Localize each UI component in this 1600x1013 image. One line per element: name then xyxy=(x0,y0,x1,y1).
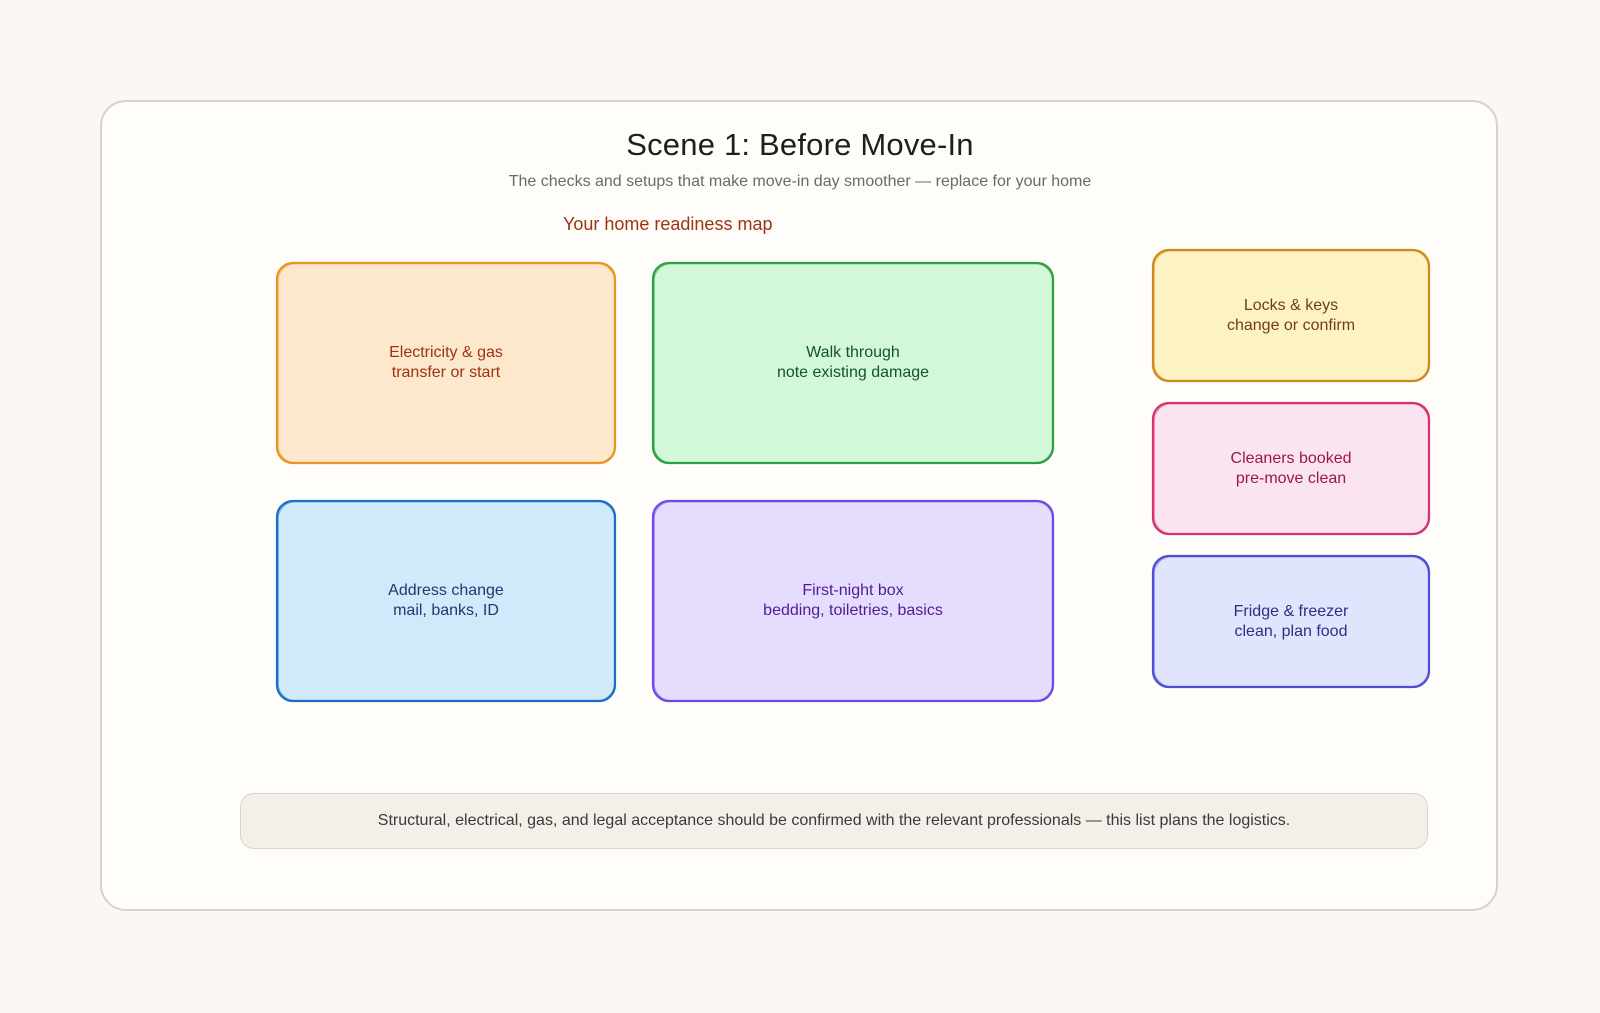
box-firstnight-label: First-night box bedding, toiletries, basi… xyxy=(653,501,1053,701)
canvas: Scene 1: Before Move-In The checks and s… xyxy=(0,0,1600,1013)
box-cleaners-label: Cleaners booked pre-move clean xyxy=(1153,403,1429,534)
box-cleaners-title: Cleaners booked xyxy=(1230,449,1352,467)
box-electricity-label: Electricity & gas transfer or start xyxy=(277,263,615,463)
box-fridge-detail: clean, plan food xyxy=(1234,622,1348,640)
box-address-title: Address change xyxy=(388,582,504,599)
box-walkthrough-label: Walk through note existing damage xyxy=(653,263,1053,463)
box-fridge-label: Fridge & freezer clean, plan food xyxy=(1153,556,1429,687)
footer-note: Structural, electrical, gas, and legal a… xyxy=(240,793,1428,849)
box-locks-label: Locks & keys change or confirm xyxy=(1153,250,1429,381)
box-firstnight-title: First-night box xyxy=(802,582,904,599)
box-address-detail: mail, banks, ID xyxy=(393,602,499,619)
box-firstnight-detail: bedding, toiletries, basics xyxy=(763,602,943,619)
box-locks-title: Locks & keys xyxy=(1243,296,1339,314)
box-walkthrough-detail: note existing damage xyxy=(776,364,930,381)
box-walkthrough-title: Walk through xyxy=(806,344,900,361)
box-address-label: Address change mail, banks, ID xyxy=(277,501,615,701)
box-fridge-title: Fridge & freezer xyxy=(1233,602,1349,620)
box-electricity-title: Electricity & gas xyxy=(389,344,503,361)
footer-note-text: Structural, electrical, gas, and legal a… xyxy=(377,812,1291,829)
box-cleaners-detail: pre-move clean xyxy=(1235,469,1347,487)
box-electricity-detail: transfer or start xyxy=(391,364,501,381)
box-locks-detail: change or confirm xyxy=(1226,316,1356,334)
